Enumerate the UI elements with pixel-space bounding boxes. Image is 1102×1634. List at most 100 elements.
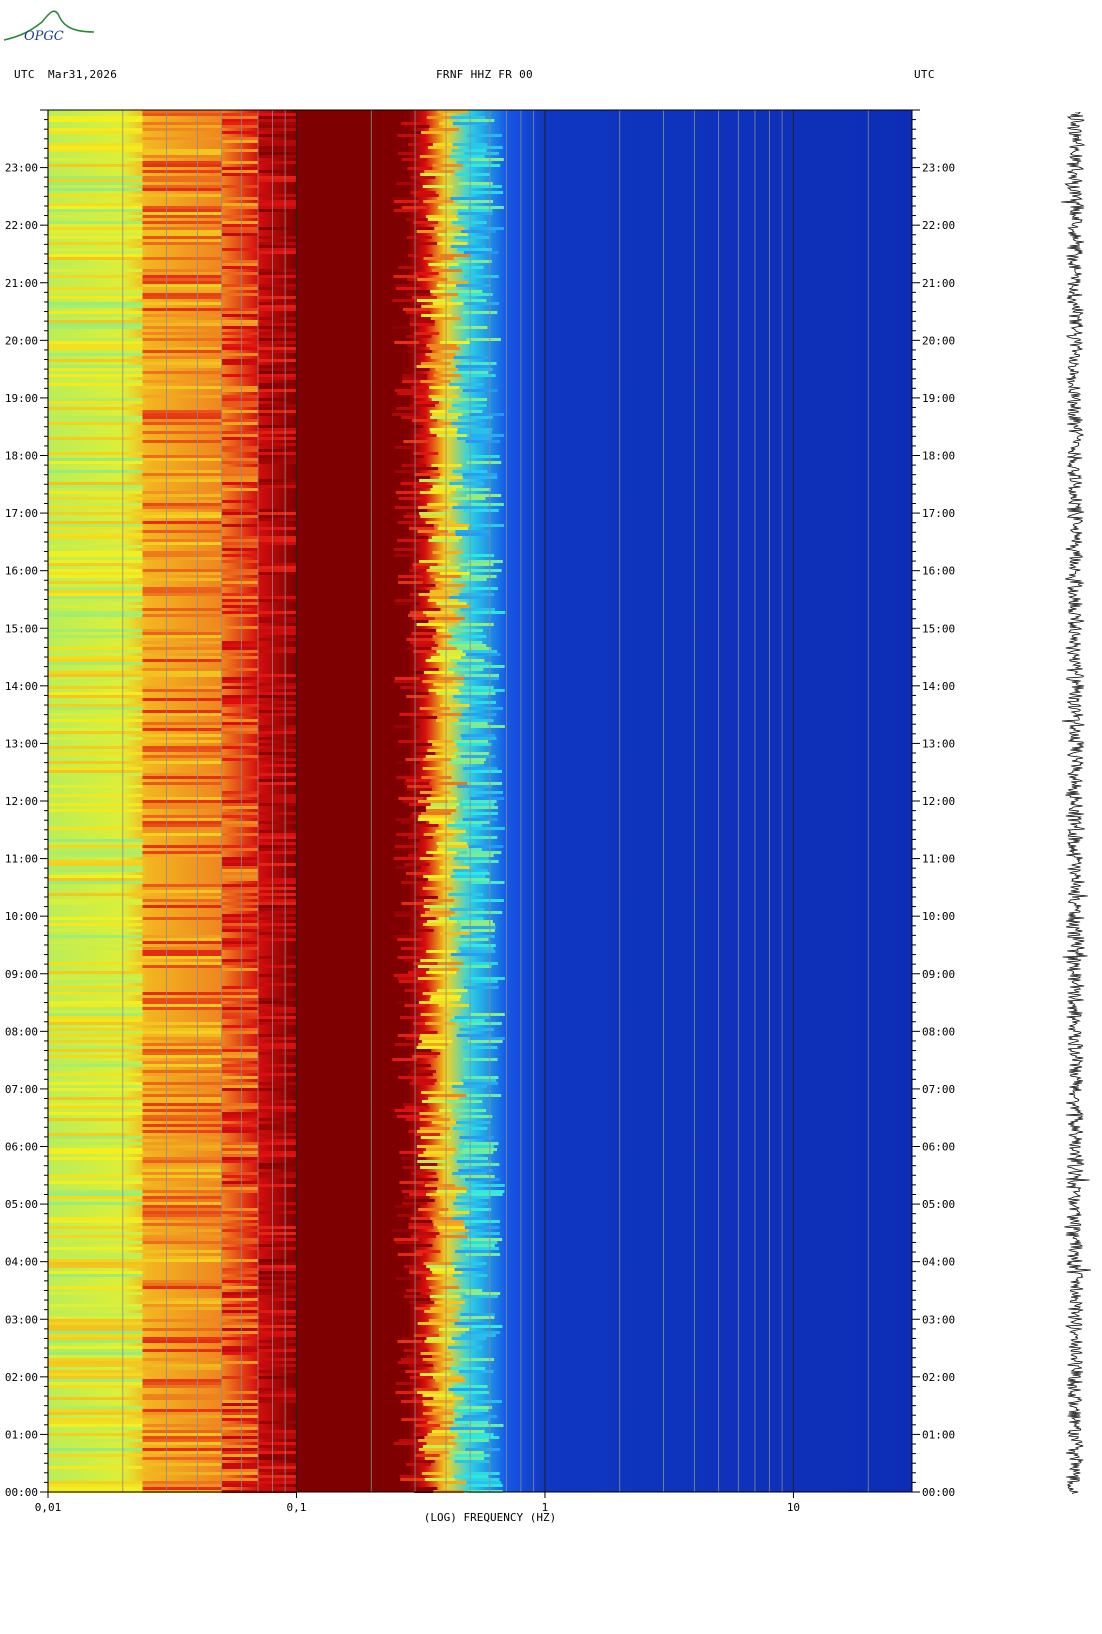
spectrogram-streak bbox=[392, 413, 417, 416]
spectrogram-streak bbox=[221, 1439, 258, 1442]
spectrogram-streak bbox=[258, 1364, 297, 1367]
spectrogram-streak bbox=[258, 848, 297, 851]
spectrogram-streak bbox=[221, 731, 258, 734]
spectrogram-streak bbox=[142, 206, 222, 209]
spectrogram-streak bbox=[436, 842, 467, 845]
spectrogram-streak bbox=[221, 650, 258, 653]
y-tick-label: 02:00 bbox=[5, 1371, 38, 1384]
spectrogram-streak bbox=[221, 758, 258, 761]
spectrogram-streak bbox=[142, 572, 222, 575]
spectrogram-streak bbox=[142, 806, 222, 809]
spectrogram-streak bbox=[142, 455, 222, 458]
spectrogram-streak bbox=[422, 1394, 453, 1397]
spectrogram-streak bbox=[453, 356, 489, 359]
spectrogram-streak bbox=[433, 374, 465, 377]
spectrogram-streak bbox=[258, 983, 297, 986]
spectrogram-streak bbox=[422, 1400, 453, 1403]
spectrogram-streak bbox=[221, 308, 258, 311]
spectrogram-streak bbox=[423, 1262, 454, 1265]
spectrogram-streak bbox=[258, 518, 297, 521]
spectrogram-streak bbox=[142, 1160, 222, 1163]
spectrogram-streak bbox=[410, 917, 436, 920]
spectrogram-streak bbox=[432, 302, 464, 305]
spectrogram-streak bbox=[463, 962, 498, 965]
spectrogram-streak bbox=[48, 1133, 143, 1136]
spectrogram-streak bbox=[452, 404, 487, 407]
spectrogram-streak bbox=[465, 653, 501, 656]
spectrogram-streak bbox=[408, 1226, 434, 1229]
spectrogram-streak bbox=[48, 1247, 143, 1250]
spectrogram-streak bbox=[404, 620, 430, 623]
spectrogram-streak bbox=[397, 956, 423, 959]
spectrogram-streak bbox=[418, 593, 449, 596]
spectrogram-streak bbox=[467, 1325, 503, 1328]
spectrogram-streak bbox=[48, 1220, 143, 1223]
spectrogram-streak bbox=[426, 950, 457, 953]
spectrogram-streak bbox=[455, 821, 490, 824]
spectrogram-streak bbox=[142, 233, 222, 236]
spectrogram-streak bbox=[456, 1160, 492, 1163]
spectrogram-streak bbox=[221, 1427, 258, 1430]
spectrogram-streak bbox=[258, 1478, 297, 1481]
spectrogram-streak bbox=[221, 611, 258, 614]
spectrogram-streak bbox=[412, 1397, 437, 1400]
spectrogram-streak bbox=[142, 1061, 222, 1064]
spectrogram-streak bbox=[48, 899, 143, 902]
spectrogram-streak bbox=[221, 1472, 258, 1475]
spectrogram-streak bbox=[421, 1040, 453, 1043]
spectrogram-streak bbox=[48, 254, 143, 257]
spectrogram-streak bbox=[221, 860, 258, 863]
spectrogram-streak bbox=[411, 296, 437, 299]
spectrogram-streak bbox=[142, 152, 222, 155]
spectrogram-streak bbox=[420, 791, 451, 794]
spectrogram-streak bbox=[428, 620, 459, 623]
spectrogram-streak bbox=[410, 176, 436, 179]
spectrogram-streak bbox=[48, 1217, 143, 1220]
spectrogram-streak bbox=[258, 572, 297, 575]
spectrogram-streak bbox=[404, 1004, 430, 1007]
spectrogram-streak bbox=[258, 455, 297, 458]
spectrogram-streak bbox=[398, 581, 423, 584]
spectrogram-streak bbox=[221, 1208, 258, 1211]
spectrogram-streak bbox=[48, 224, 143, 227]
spectrogram-streak bbox=[48, 233, 143, 236]
spectrogram-streak bbox=[258, 1064, 297, 1067]
spectrogram-streak bbox=[221, 224, 258, 227]
spectrogram-streak bbox=[142, 209, 222, 212]
spectrogram-streak bbox=[48, 1313, 143, 1316]
spectrogram-streak bbox=[142, 608, 222, 611]
spectrogram-streak bbox=[48, 1010, 143, 1013]
spectrogram-streak bbox=[258, 368, 297, 371]
spectrogram-streak bbox=[258, 902, 297, 905]
spectrogram-streak bbox=[48, 1106, 143, 1109]
spectrogram-streak bbox=[221, 1025, 258, 1028]
spectrogram-streak bbox=[142, 362, 222, 365]
spectrogram-streak bbox=[221, 401, 258, 404]
spectrogram-streak bbox=[466, 461, 502, 464]
spectrogram-streak bbox=[48, 1271, 143, 1274]
spectrogram-streak bbox=[258, 1400, 297, 1403]
spectrogram-streak bbox=[142, 1100, 222, 1103]
spectrogram-streak bbox=[432, 551, 463, 554]
spectrogram-streak bbox=[142, 647, 222, 650]
spectrogram-streak bbox=[417, 530, 448, 533]
spectrogram-streak bbox=[258, 542, 297, 545]
spectrogram-streak bbox=[407, 1244, 433, 1247]
spectrogram-streak bbox=[142, 287, 222, 290]
spectrogram-streak bbox=[469, 206, 504, 209]
spectrogram-streak bbox=[48, 1226, 143, 1229]
spectrogram-streak bbox=[48, 203, 143, 206]
spectrogram-streak bbox=[466, 1094, 502, 1097]
spectrogram-streak bbox=[48, 1148, 143, 1151]
spectrogram-streak bbox=[48, 149, 143, 152]
y-tick-label: 16:00 bbox=[5, 565, 38, 578]
spectrogram-streak bbox=[221, 1271, 258, 1274]
spectrogram-streak bbox=[48, 1334, 143, 1337]
spectrogram-streak bbox=[142, 1103, 222, 1106]
spectrogram-streak bbox=[48, 1337, 143, 1340]
spectrogram-streak bbox=[48, 1112, 143, 1115]
spectrogram-streak bbox=[48, 527, 143, 530]
spectrogram-streak bbox=[397, 1361, 423, 1364]
spectrogram-streak bbox=[48, 1481, 143, 1484]
spectrogram-streak bbox=[438, 845, 469, 848]
